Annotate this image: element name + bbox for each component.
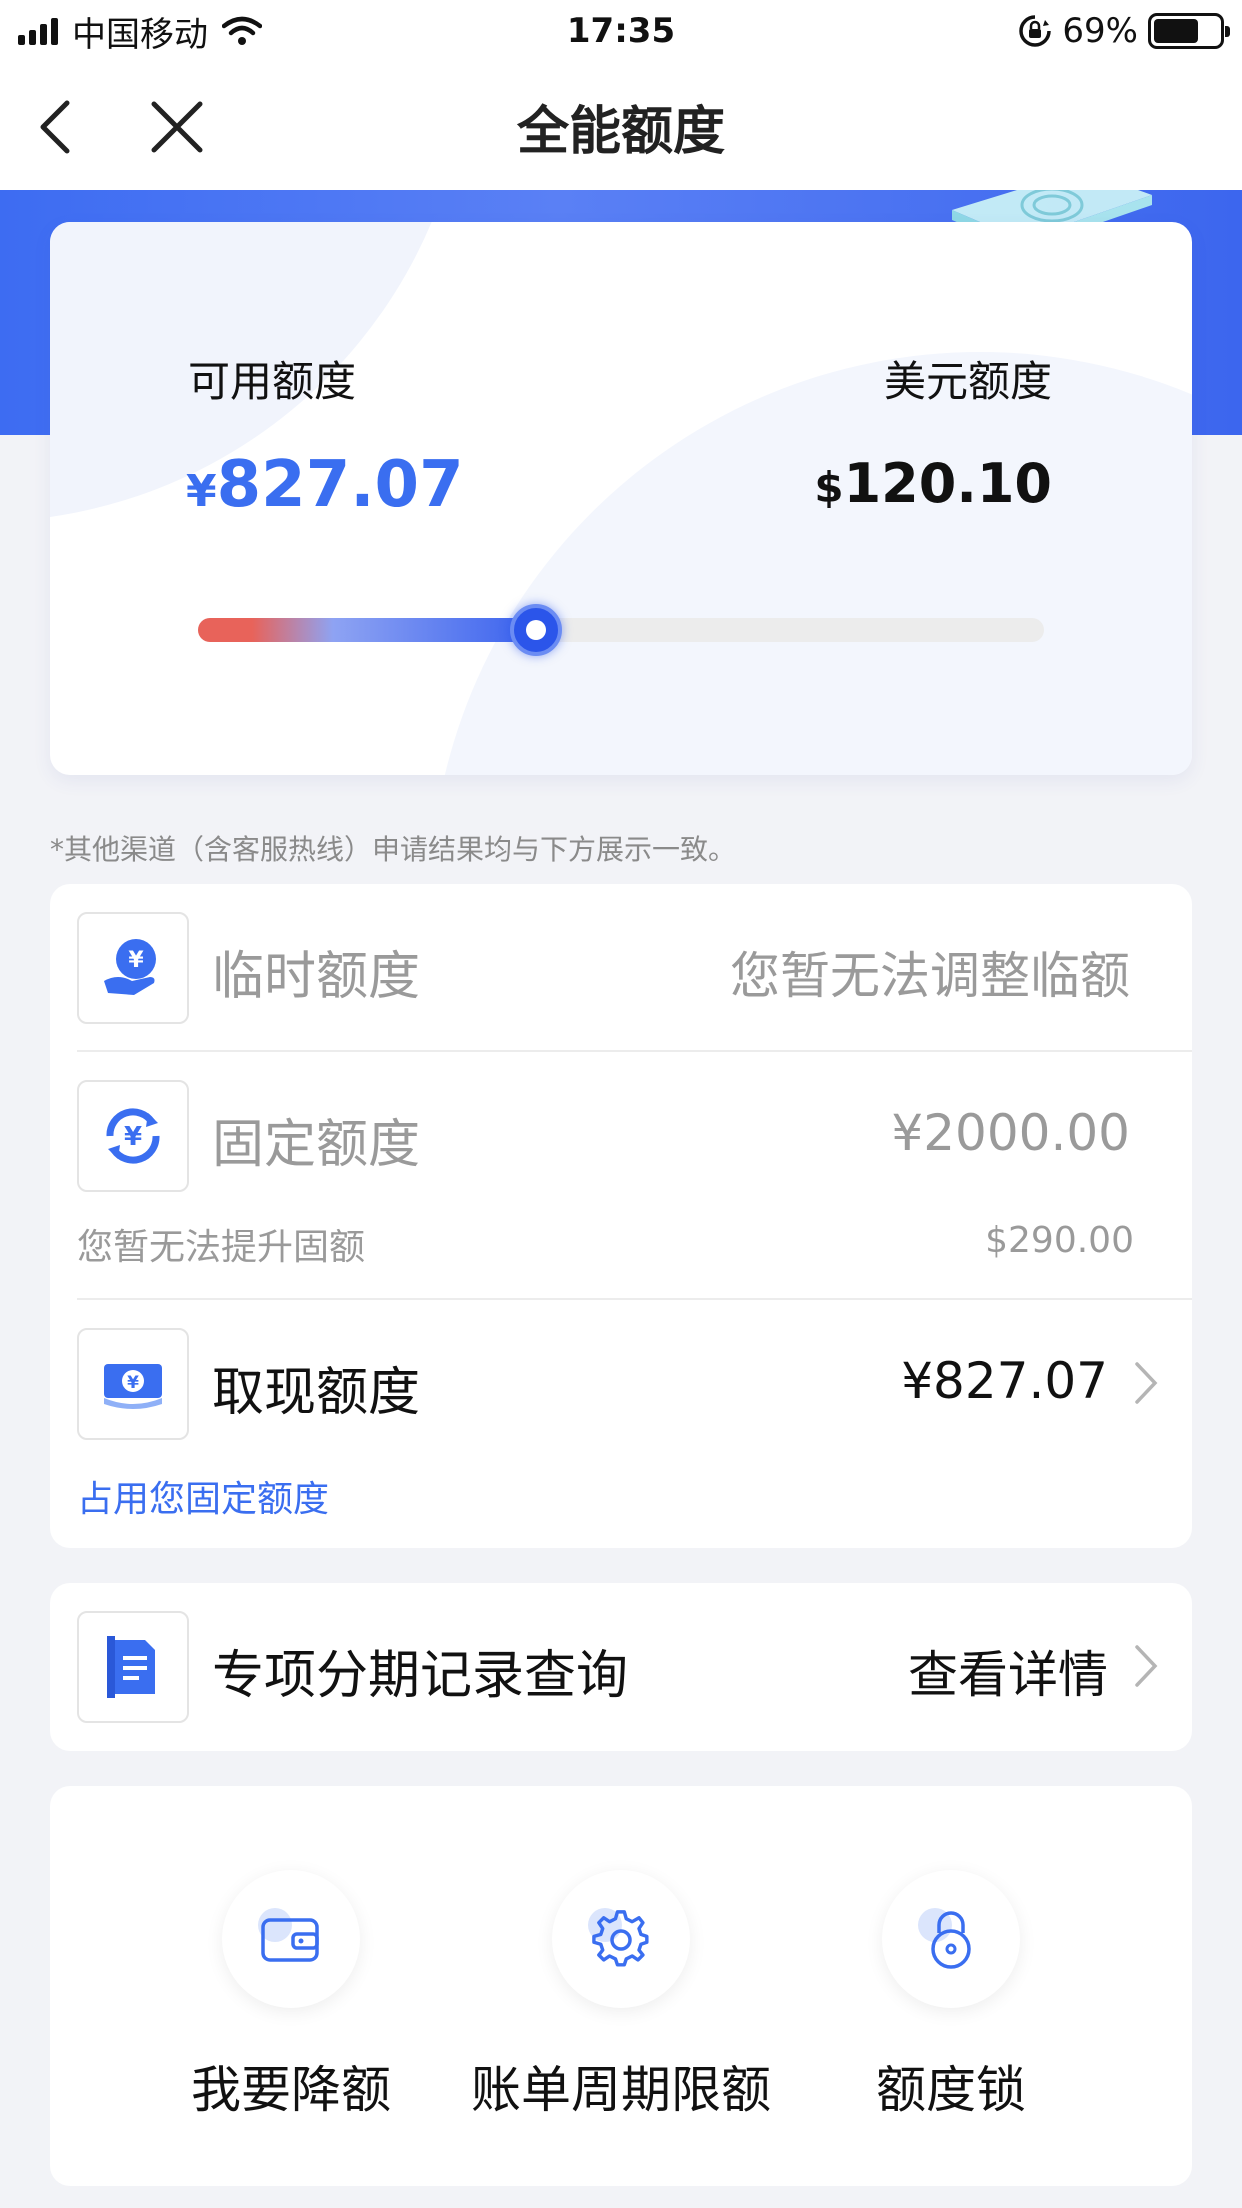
usd-limit-amount: $120.10	[814, 452, 1052, 515]
svg-text:¥: ¥	[127, 1373, 139, 1393]
usd-limit-label: 美元额度	[883, 357, 1052, 406]
yuan-cycle-icon: ¥	[77, 1080, 189, 1192]
battery-fill	[1154, 19, 1199, 43]
wallet-icon[interactable]	[222, 1870, 360, 2008]
billing-cycle-limit-label: 账单周期限额	[471, 2061, 771, 2119]
close-button[interactable]	[142, 92, 212, 162]
fixed-limit-usd: $290.00	[985, 1220, 1134, 1261]
nav-bar: 全能额度	[0, 62, 1242, 190]
svg-text:¥: ¥	[124, 1122, 142, 1152]
close-icon	[151, 101, 203, 153]
available-limit-label: 可用额度	[188, 357, 357, 406]
back-button[interactable]	[20, 92, 90, 162]
limit-lock-label: 额度锁	[876, 2061, 1026, 2119]
limit-lock-action[interactable]: 额度锁	[771, 1870, 1131, 2122]
status-bar: 中国移动 17:35 69%	[0, 0, 1242, 62]
installment-records-row[interactable]: 专项分期记录查询 查看详情	[50, 1583, 1192, 1751]
limit-summary-card: 可用额度 美元额度 ¥827.07 $120.10	[50, 222, 1192, 775]
chevron-right-icon[interactable]	[1128, 1641, 1164, 1691]
available-limit-amount: ¥827.07	[186, 448, 464, 522]
temporary-limit-status: 您暂无法调整临额	[730, 947, 1130, 1005]
billing-cycle-limit-action[interactable]: 账单周期限额	[441, 1870, 801, 2122]
channel-note: *其他渠道（含客服热线）申请结果均与下方展示一致。	[50, 833, 737, 866]
limit-usage-bar	[198, 604, 1044, 656]
chevron-left-icon	[40, 100, 70, 154]
temporary-limit-title: 临时额度	[212, 947, 421, 1007]
view-details-link[interactable]: 查看详情	[908, 1635, 1108, 1707]
limit-usage-fill	[198, 618, 536, 642]
wifi-icon	[222, 16, 262, 45]
cash-note-icon: ¥	[77, 1328, 189, 1440]
limit-usage-thumb	[510, 604, 562, 656]
fixed-limit-title: 固定额度	[212, 1115, 421, 1175]
cash-limit-amount[interactable]: ¥827.07	[901, 1352, 1108, 1410]
svg-text:¥: ¥	[128, 948, 144, 973]
chevron-right-icon[interactable]	[1128, 1358, 1164, 1408]
status-left: 中国移动	[18, 7, 262, 56]
signal-icon	[18, 17, 58, 45]
fixed-limit-amount: ¥2000.00	[891, 1104, 1130, 1162]
cash-limit-note: 占用您固定额度	[77, 1479, 330, 1520]
lock-icon[interactable]	[882, 1870, 1020, 2008]
fixed-limit-note: 您暂无法提升固额	[77, 1227, 366, 1268]
installment-records-title: 专项分期记录查询	[212, 1646, 629, 1706]
document-icon	[77, 1611, 189, 1723]
rotation-lock-icon	[1019, 15, 1052, 47]
battery-icon	[1148, 13, 1230, 49]
reduce-limit-action[interactable]: 我要降额	[111, 1870, 471, 2122]
quota-details-card: ¥ 临时额度 您暂无法调整临额 ¥ 固定额度 ¥2000.00 您暂无法提升固额…	[50, 884, 1192, 1548]
status-right: 69%	[1018, 11, 1230, 51]
limit-actions-card: 我要降额 账单周期限额 额度锁	[50, 1786, 1192, 2186]
reduce-limit-label: 我要降额	[191, 2061, 391, 2119]
carrier-name: 中国移动	[72, 14, 208, 55]
hand-yuan-icon: ¥	[77, 912, 189, 1024]
battery-percent: 69%	[1062, 11, 1138, 51]
gear-icon[interactable]	[552, 1870, 690, 2008]
cash-limit-title: 取现额度	[212, 1363, 421, 1423]
